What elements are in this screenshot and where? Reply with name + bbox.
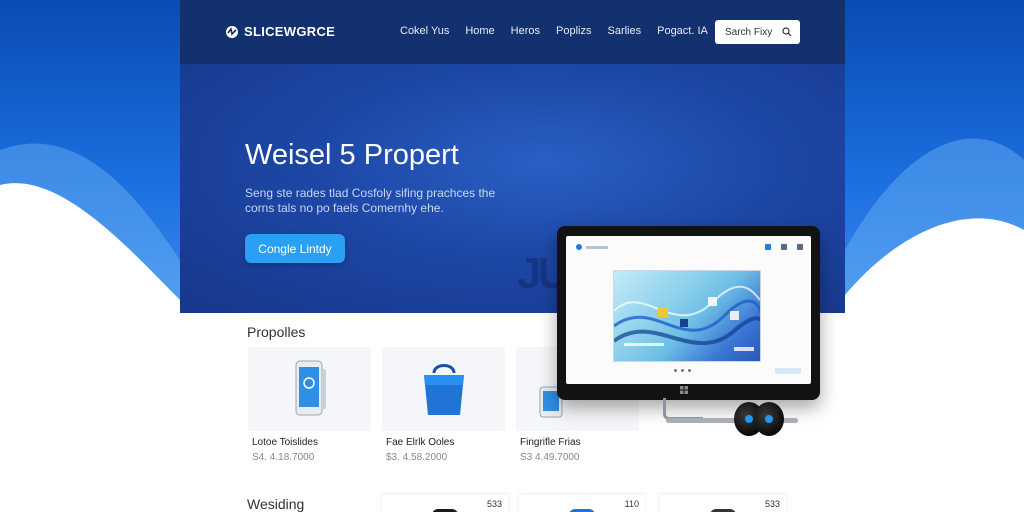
site-header: SLICEWGRCE Cokel Yus Home Heros Poplizs … xyxy=(180,0,845,64)
screen-toolbar xyxy=(765,244,803,250)
search-input[interactable] xyxy=(725,26,781,38)
windows-logo-icon xyxy=(680,386,688,394)
search-icon[interactable] xyxy=(782,27,792,37)
hero-title: Weisel 5 Propert xyxy=(245,139,459,171)
logo-icon xyxy=(226,25,238,38)
item-count: 533 xyxy=(486,499,502,509)
main-nav: Cokel Yus Home Heros Poplizs Sarlies Pog… xyxy=(400,25,708,37)
screen-button xyxy=(775,368,801,374)
logo[interactable]: SLICEWGRCE xyxy=(225,24,335,39)
tablet-screen xyxy=(566,236,811,384)
list-item[interactable]: 110 xyxy=(519,495,645,512)
product-image xyxy=(382,347,505,431)
section-title: Wesiding xyxy=(247,496,305,512)
product-name: Fingrifle Frias xyxy=(520,437,581,448)
product-price: S4. 4.18.7000 xyxy=(252,452,315,463)
cta-button[interactable]: Congle Lintdy xyxy=(245,234,345,263)
product-image xyxy=(248,347,371,431)
nav-item-6[interactable]: Pogact. IA xyxy=(657,25,708,37)
speaker-right xyxy=(754,402,784,436)
logo-text: SLICEWGRCE xyxy=(244,24,336,39)
products-title: Propolles xyxy=(247,324,306,340)
product-price: S3 4.49.7000 xyxy=(520,452,580,463)
item-count: 110 xyxy=(624,499,639,509)
nav-item-3[interactable]: Heros xyxy=(511,25,540,37)
screen-artwork xyxy=(613,270,761,362)
nav-item-home[interactable]: Home xyxy=(465,25,494,37)
screen-pager xyxy=(674,369,691,372)
nav-item-1[interactable]: Cokel Yus xyxy=(400,25,449,37)
tablet-stand xyxy=(663,398,703,420)
smartphone-icon xyxy=(295,360,326,416)
product-card[interactable]: Fae Elrlk Ooles $3. 4.58.2000 xyxy=(382,347,505,469)
product-name: Lotoe Toislides xyxy=(252,437,318,448)
list-item[interactable]: 533 xyxy=(660,495,786,512)
nav-item-5[interactable]: Sarlies xyxy=(607,25,641,37)
hero-subtitle: Seng ste rades tlad Cosfoly sifing prach… xyxy=(245,186,496,215)
product-price: $3. 4.58.2000 xyxy=(386,452,448,463)
screen-brand xyxy=(576,244,608,250)
product-card[interactable]: Lotoe Toislides S4. 4.18.7000 xyxy=(248,347,371,469)
shopping-bag-icon xyxy=(423,364,464,415)
item-count: 533 xyxy=(764,499,780,509)
search-box[interactable] xyxy=(715,20,800,44)
nav-item-4[interactable]: Poplizs xyxy=(556,25,591,37)
list-item[interactable]: 533 xyxy=(382,495,508,512)
product-name: Fae Elrlk Ooles xyxy=(386,437,455,448)
tablet-device xyxy=(557,226,820,400)
